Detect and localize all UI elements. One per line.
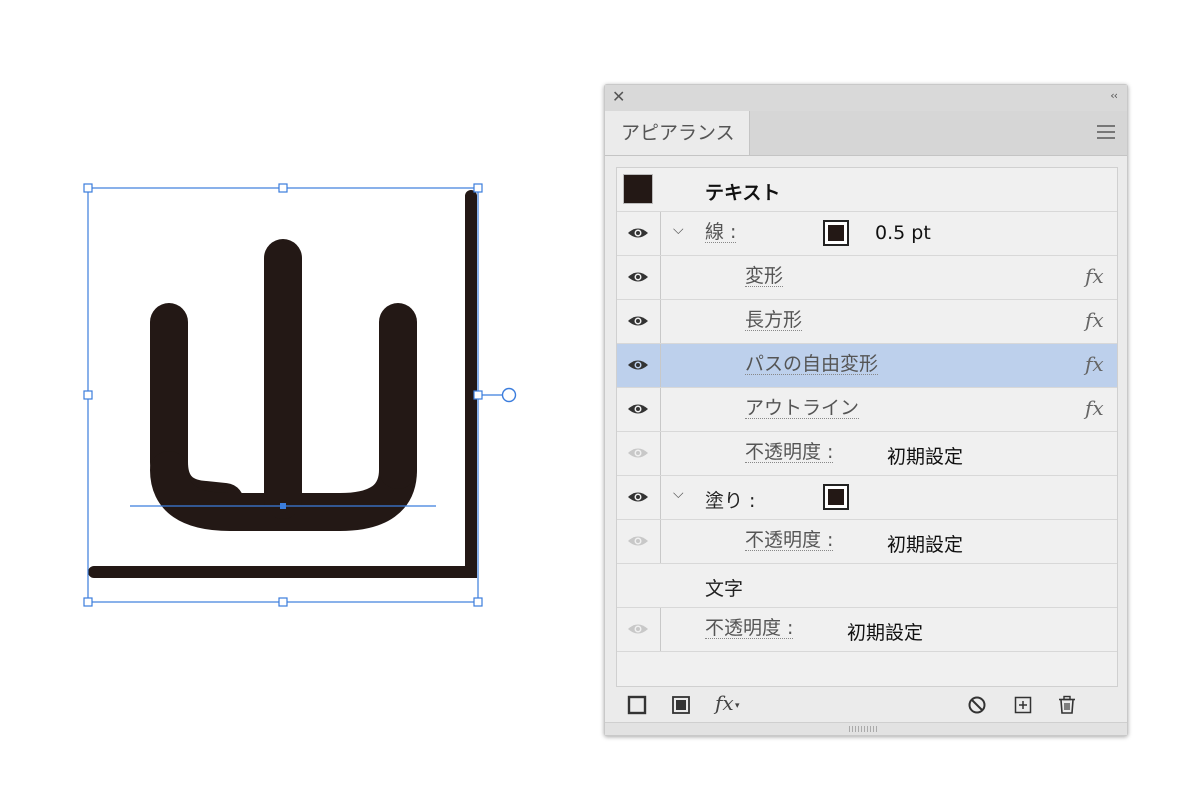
handle-top-center[interactable]: [278, 183, 288, 193]
eye-icon[interactable]: [627, 488, 649, 506]
opacity-label[interactable]: 不透明度 :: [745, 530, 834, 551]
panel-tabstrip: アピアランス: [605, 111, 1127, 156]
panel-bottom-toolbar: fx ▾: [605, 689, 1127, 723]
row-effect-rectangle[interactable]: 長方形 fx: [617, 300, 1117, 344]
fx-icon[interactable]: fx: [1085, 396, 1104, 420]
chevron-down-icon[interactable]: ⌵: [673, 486, 684, 502]
effect-label[interactable]: アウトライン: [745, 398, 860, 419]
fill-label[interactable]: 塗り :: [705, 486, 755, 513]
baseline-handle[interactable]: [280, 503, 286, 509]
row-effect-transform[interactable]: 変形 fx: [617, 256, 1117, 300]
row-fill-opacity[interactable]: 不透明度 : 初期設定: [617, 520, 1117, 564]
panel-menu-icon[interactable]: [1097, 125, 1115, 143]
eye-icon[interactable]: [627, 444, 649, 462]
handle-bottom-center[interactable]: [278, 597, 288, 607]
eye-icon[interactable]: [627, 312, 649, 330]
panel-titlebar[interactable]: ✕ ‹‹: [605, 85, 1127, 111]
appearance-panel: ✕ ‹‹ アピアランス テキスト ⌵ 線 : 0.5 pt 変形 fx 長方形 …: [604, 84, 1128, 736]
clear-appearance-icon[interactable]: [967, 695, 987, 715]
fx-icon[interactable]: fx: [1085, 308, 1104, 332]
dropdown-caret-icon: ▾: [735, 701, 740, 711]
handle-bottom-right[interactable]: [473, 597, 483, 607]
close-icon[interactable]: ✕: [612, 88, 625, 106]
opacity-value: 初期設定: [887, 534, 964, 556]
opacity-label[interactable]: 不透明度 :: [745, 442, 834, 463]
row-effect-free-distort[interactable]: パスの自由変形 fx: [617, 344, 1117, 388]
panel-resize-grip[interactable]: [605, 722, 1127, 735]
artboard-canvas[interactable]: [0, 0, 560, 810]
eye-icon[interactable]: [627, 224, 649, 242]
chevron-down-icon[interactable]: ⌵: [673, 222, 684, 238]
text-thread-port[interactable]: [501, 387, 517, 403]
add-new-stroke-icon[interactable]: [627, 695, 647, 715]
fill-swatch[interactable]: [823, 484, 849, 510]
row-effect-outline[interactable]: アウトライン fx: [617, 388, 1117, 432]
handle-top-right[interactable]: [473, 183, 483, 193]
handle-middle-right[interactable]: [473, 390, 483, 400]
add-new-effect-icon[interactable]: fx: [715, 691, 734, 715]
object-type-label: テキスト: [705, 182, 781, 204]
stroke-weight-value[interactable]: 0.5 pt: [875, 222, 931, 244]
eye-icon[interactable]: [627, 268, 649, 286]
effect-label[interactable]: 長方形: [745, 310, 803, 331]
eye-icon[interactable]: [627, 356, 649, 374]
fx-icon[interactable]: fx: [1085, 264, 1104, 288]
stroke-swatch[interactable]: [823, 220, 849, 246]
add-new-fill-icon[interactable]: [671, 695, 691, 715]
duplicate-item-icon[interactable]: [1013, 695, 1033, 715]
appearance-list: テキスト ⌵ 線 : 0.5 pt 変形 fx 長方形 fx パスの自由変形 f…: [616, 167, 1118, 687]
eye-icon[interactable]: [627, 620, 649, 638]
row-object-text[interactable]: テキスト: [617, 168, 1117, 212]
opacity-value: 初期設定: [847, 622, 924, 644]
tab-appearance[interactable]: アピアランス: [605, 111, 750, 155]
row-object-opacity[interactable]: 不透明度 : 初期設定: [617, 608, 1117, 652]
collapse-icon[interactable]: ‹‹: [1110, 89, 1118, 102]
eye-icon[interactable]: [627, 532, 649, 550]
fx-icon[interactable]: fx: [1085, 352, 1104, 376]
glyph-shape[interactable]: [88, 190, 477, 578]
characters-label[interactable]: 文字: [705, 574, 743, 601]
row-stroke[interactable]: ⌵ 線 : 0.5 pt: [617, 212, 1117, 256]
opacity-value: 初期設定: [887, 446, 964, 468]
row-characters[interactable]: 文字: [617, 564, 1117, 608]
handle-middle-left[interactable]: [83, 390, 93, 400]
handle-top-left[interactable]: [83, 183, 93, 193]
effect-label[interactable]: 変形: [745, 266, 784, 287]
opacity-label[interactable]: 不透明度 :: [705, 618, 794, 639]
effect-label[interactable]: パスの自由変形: [745, 354, 879, 375]
object-thumbnail: [623, 174, 653, 204]
row-stroke-opacity[interactable]: 不透明度 : 初期設定: [617, 432, 1117, 476]
handle-bottom-left[interactable]: [83, 597, 93, 607]
stroke-label[interactable]: 線 :: [705, 222, 737, 243]
trash-icon[interactable]: [1057, 695, 1077, 715]
eye-icon[interactable]: [627, 400, 649, 418]
row-fill[interactable]: ⌵ 塗り :: [617, 476, 1117, 520]
